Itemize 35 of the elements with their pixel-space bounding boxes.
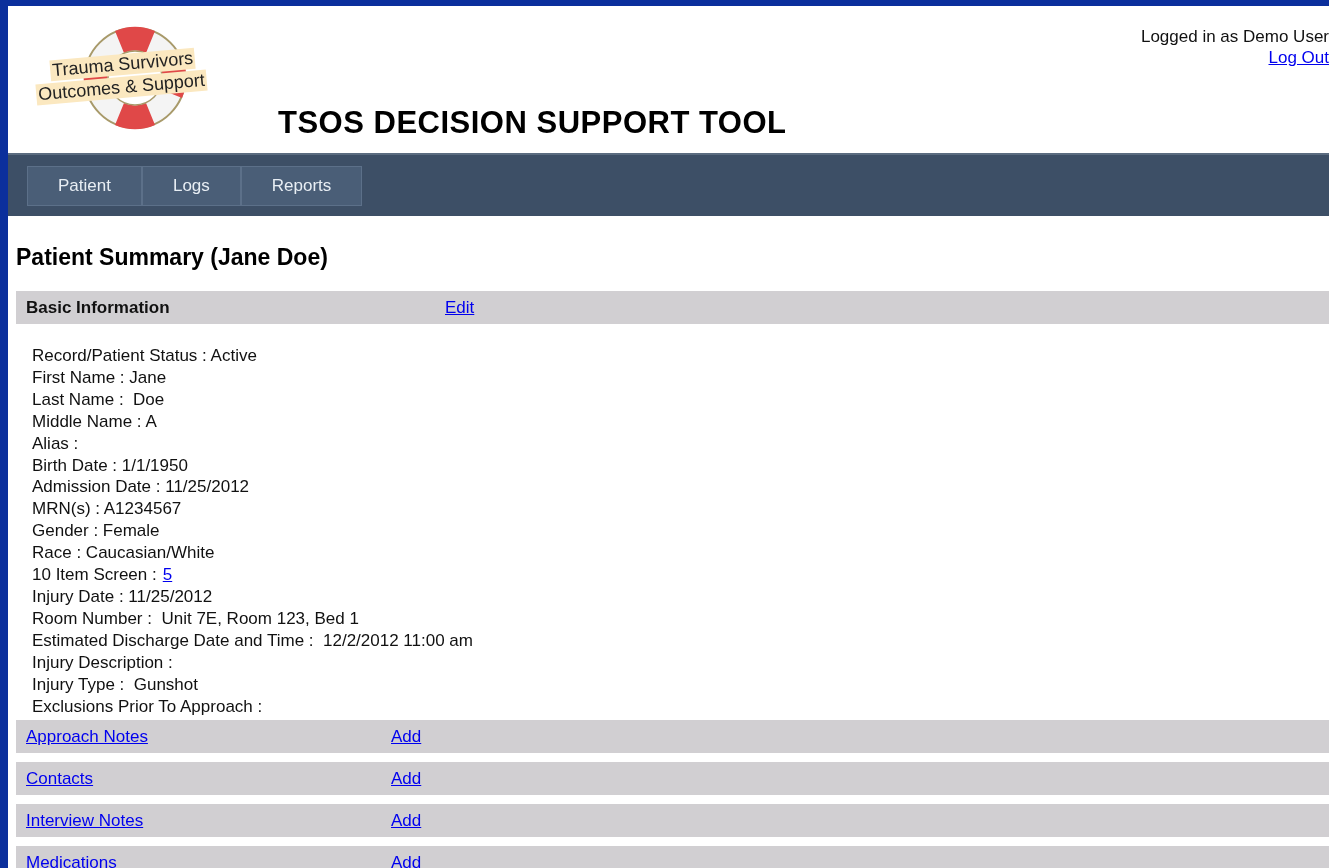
- section-link[interactable]: Contacts: [26, 768, 391, 789]
- add-link[interactable]: Add: [391, 852, 422, 868]
- field-text: Middle Name : A: [32, 410, 158, 433]
- field-text: Admission Date : 11/25/2012: [32, 476, 251, 499]
- score-link[interactable]: 5: [162, 564, 173, 586]
- nav-tab[interactable]: Logs: [141, 165, 241, 206]
- field-text: Exclusions Prior To Approach :: [32, 695, 264, 718]
- field-text: Injury Date : 11/25/2012: [32, 585, 214, 608]
- field-text: Room Number : Unit 7E, Room 123, Bed 1: [32, 607, 360, 630]
- field-label: 10 Item Screen :: [32, 564, 157, 586]
- field-text: Injury Description :: [32, 651, 174, 674]
- field-text: MRN(s) : A1234567: [32, 498, 183, 521]
- login-status: Logged in as Demo User: [1140, 26, 1329, 47]
- field-text: Race : Caucasian/White: [32, 542, 216, 565]
- field-text: Birth Date : 1/1/1950: [32, 454, 189, 477]
- field-text: Record/Patient Status : Active: [32, 345, 258, 367]
- add-link[interactable]: Add: [391, 726, 422, 747]
- field-text: Injury Type : Gunshot: [32, 673, 199, 696]
- edit-link[interactable]: Edit: [445, 297, 475, 318]
- field-text: Last Name : Doe: [32, 388, 166, 411]
- section-link[interactable]: Approach Notes: [26, 726, 391, 747]
- section-title: Basic Information: [26, 297, 171, 318]
- page-heading: Patient Summary (Jane Doe): [16, 243, 329, 272]
- field-text: Estimated Discharge Date and Time : 12/2/2012 11:00 am: [32, 629, 474, 652]
- nav-tab[interactable]: Patient: [27, 165, 142, 206]
- nav-tab[interactable]: Reports: [240, 165, 363, 206]
- section-link[interactable]: Interview Notes: [26, 810, 391, 831]
- section-link[interactable]: Medications: [26, 852, 391, 868]
- app-title: TSOS DECISION SUPPORT TOOL: [277, 105, 787, 142]
- field-text: Alias :: [32, 432, 80, 455]
- logout-link[interactable]: Log Out: [1268, 47, 1329, 68]
- field-text: Gender : Female: [32, 520, 161, 543]
- field-text: First Name : Jane: [32, 366, 168, 389]
- add-link[interactable]: Add: [391, 768, 422, 789]
- add-link[interactable]: Add: [391, 810, 422, 831]
